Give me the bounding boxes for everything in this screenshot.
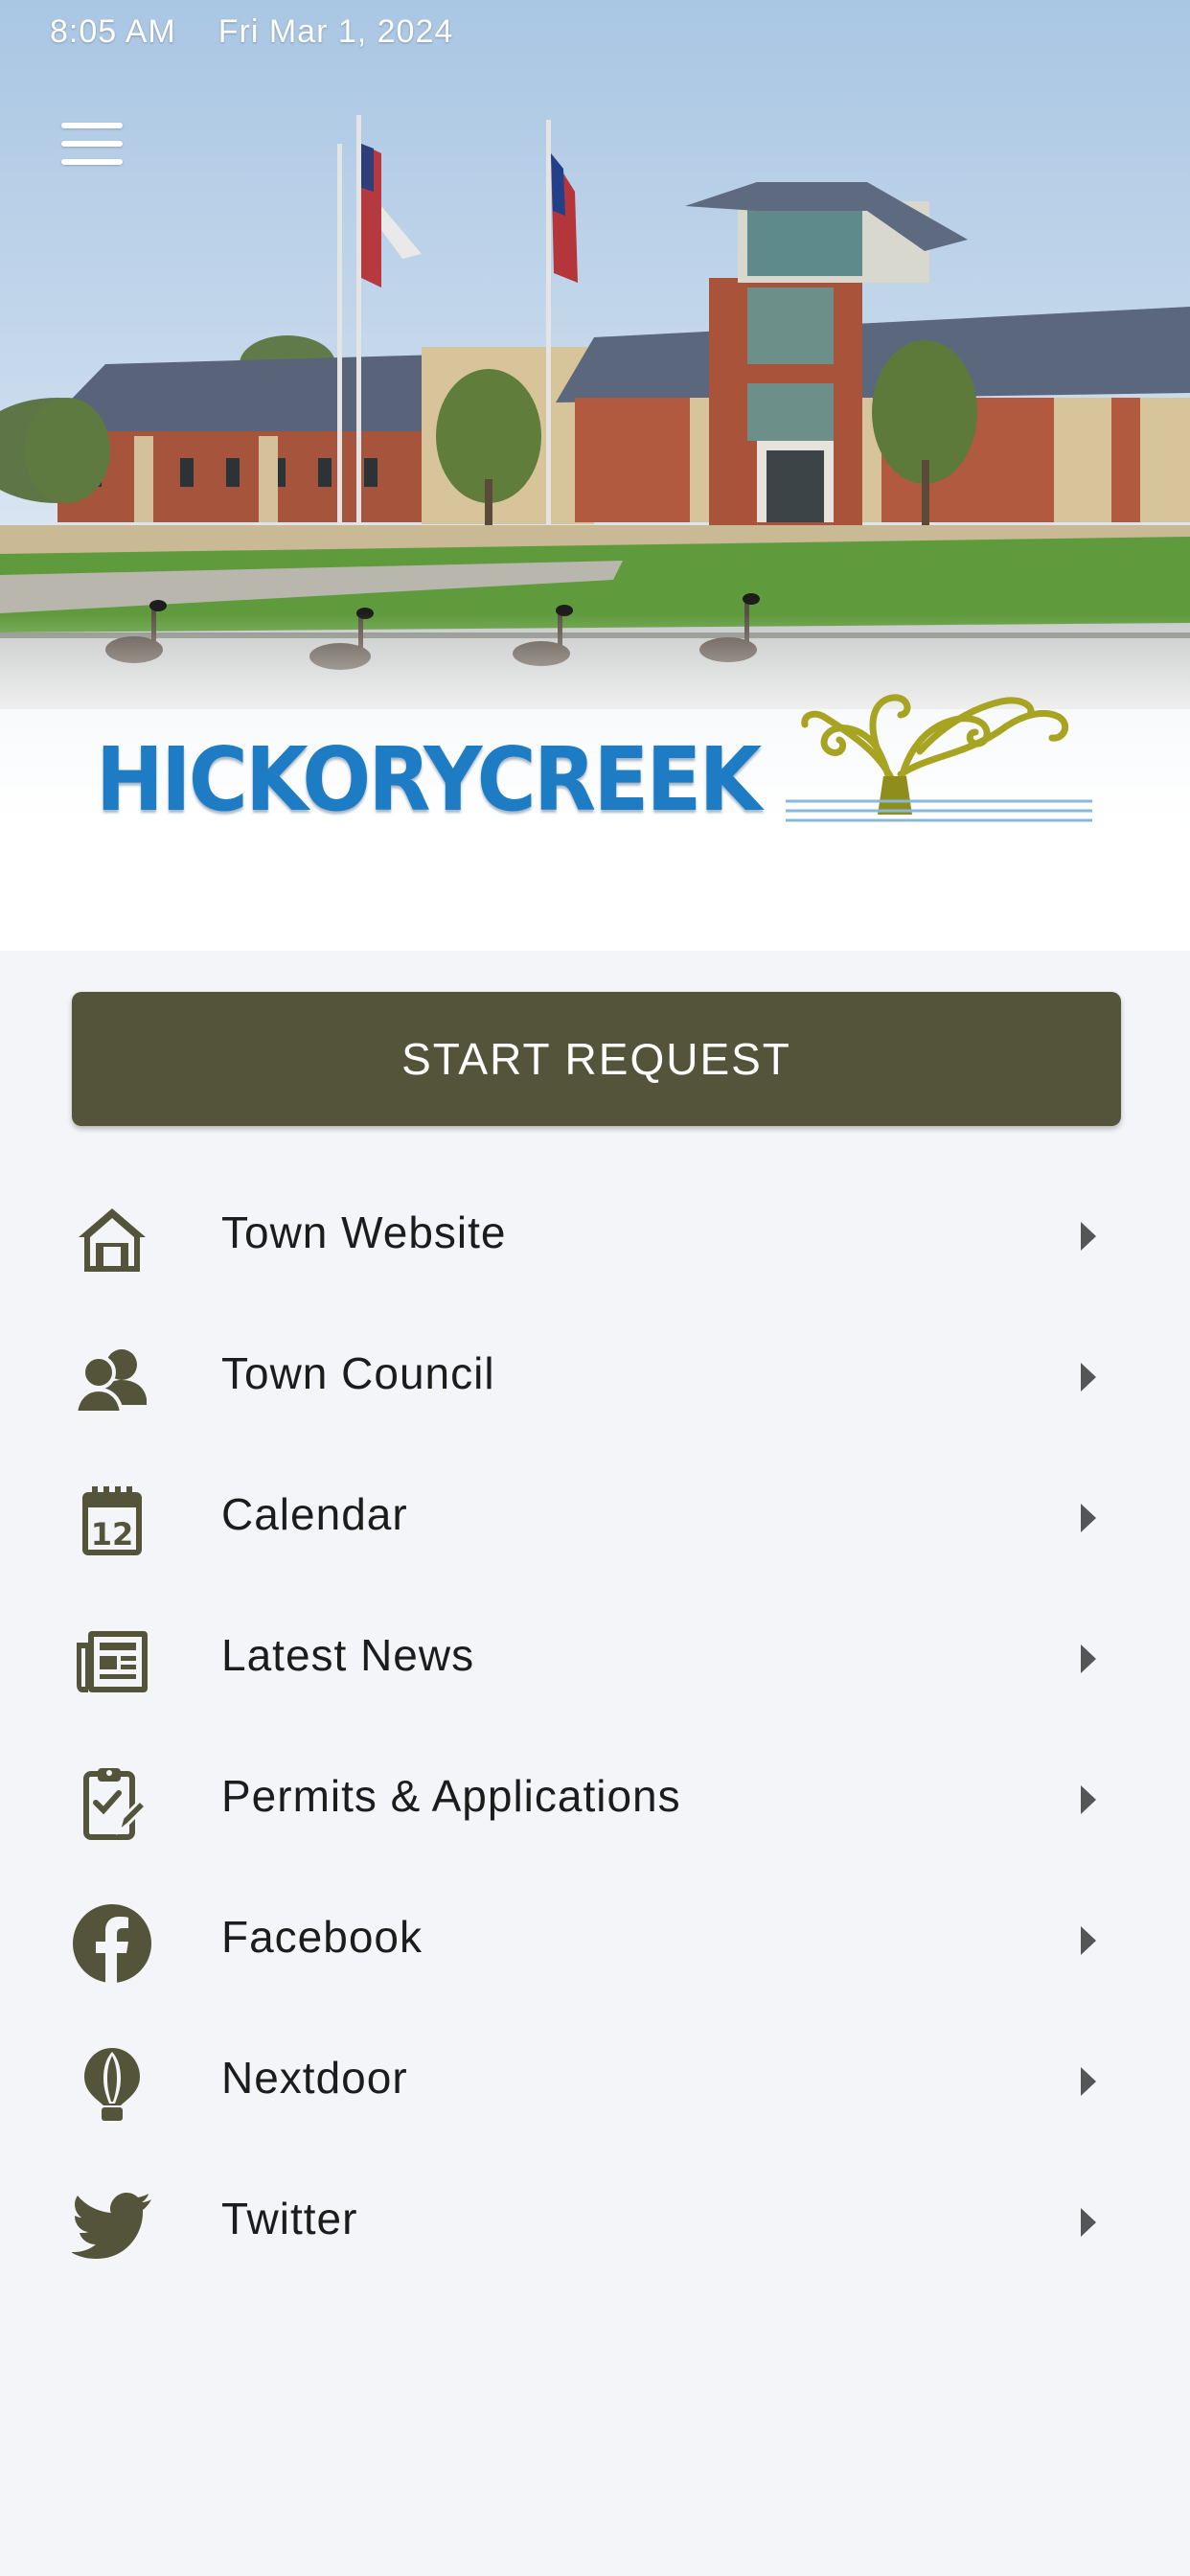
- menu-item-label: Town Council: [221, 1348, 495, 1398]
- menu-item-label: Latest News: [221, 1630, 475, 1680]
- clipboard-icon: [69, 1764, 155, 1841]
- menu-item-label: Town Website: [221, 1208, 507, 1257]
- chevron-right-icon: [1081, 1644, 1096, 1673]
- tree-logo-icon: [786, 694, 1092, 822]
- facebook-icon: [69, 1904, 155, 1984]
- nextdoor-icon: [69, 2046, 155, 2123]
- status-date: Fri Mar 1, 2024: [217, 13, 454, 50]
- logo-wordmark: HICKORYCREEK: [96, 728, 762, 831]
- menu-item-label: Calendar: [221, 1489, 408, 1539]
- menu-item-calendar[interactable]: 12 Calendar: [0, 1446, 1190, 1587]
- menu-item-label: Twitter: [221, 2194, 358, 2243]
- home-icon: [69, 1201, 155, 1277]
- status-time: 8:05 AM: [50, 13, 176, 50]
- hamburger-icon[interactable]: [57, 119, 126, 169]
- hero-banner: 8:05 AM Fri Mar 1, 2024 HICKORYCREEK: [0, 0, 1190, 951]
- chevron-right-icon: [1081, 2208, 1096, 2237]
- svg-text:12: 12: [91, 1516, 134, 1552]
- hickory-creek-logo: HICKORYCREEK: [96, 688, 1092, 832]
- status-bar: 8:05 AM Fri Mar 1, 2024: [50, 13, 453, 51]
- menu-item-town-website[interactable]: Town Website: [0, 1164, 1190, 1305]
- menu-list: Town Website Town Council 12 Calendar La…: [0, 1164, 1190, 2291]
- menu-item-town-council[interactable]: Town Council: [0, 1305, 1190, 1446]
- app-screen: 8:05 AM Fri Mar 1, 2024 HICKORYCREEK STA…: [0, 0, 1190, 2576]
- menu-item-permits[interactable]: Permits & Applications: [0, 1728, 1190, 1869]
- twitter-icon: [69, 2187, 155, 2264]
- menu-item-twitter[interactable]: Twitter: [0, 2150, 1190, 2291]
- start-request-button[interactable]: START REQUEST: [72, 992, 1121, 1126]
- chevron-right-icon: [1081, 2067, 1096, 2096]
- menu-item-label: Facebook: [221, 1912, 423, 1962]
- newspaper-icon: [69, 1623, 155, 1700]
- chevron-right-icon: [1081, 1363, 1096, 1392]
- people-icon: [69, 1342, 155, 1418]
- menu-item-nextdoor[interactable]: Nextdoor: [0, 2010, 1190, 2150]
- chevron-right-icon: [1081, 1222, 1096, 1251]
- chevron-right-icon: [1081, 1926, 1096, 1955]
- menu-item-facebook[interactable]: Facebook: [0, 1869, 1190, 2010]
- chevron-right-icon: [1081, 1504, 1096, 1532]
- menu-item-label: Nextdoor: [221, 2053, 408, 2103]
- menu-item-label: Permits & Applications: [221, 1771, 681, 1821]
- chevron-right-icon: [1081, 1785, 1096, 1814]
- menu-item-latest-news[interactable]: Latest News: [0, 1587, 1190, 1728]
- calendar-icon: 12: [69, 1483, 155, 1559]
